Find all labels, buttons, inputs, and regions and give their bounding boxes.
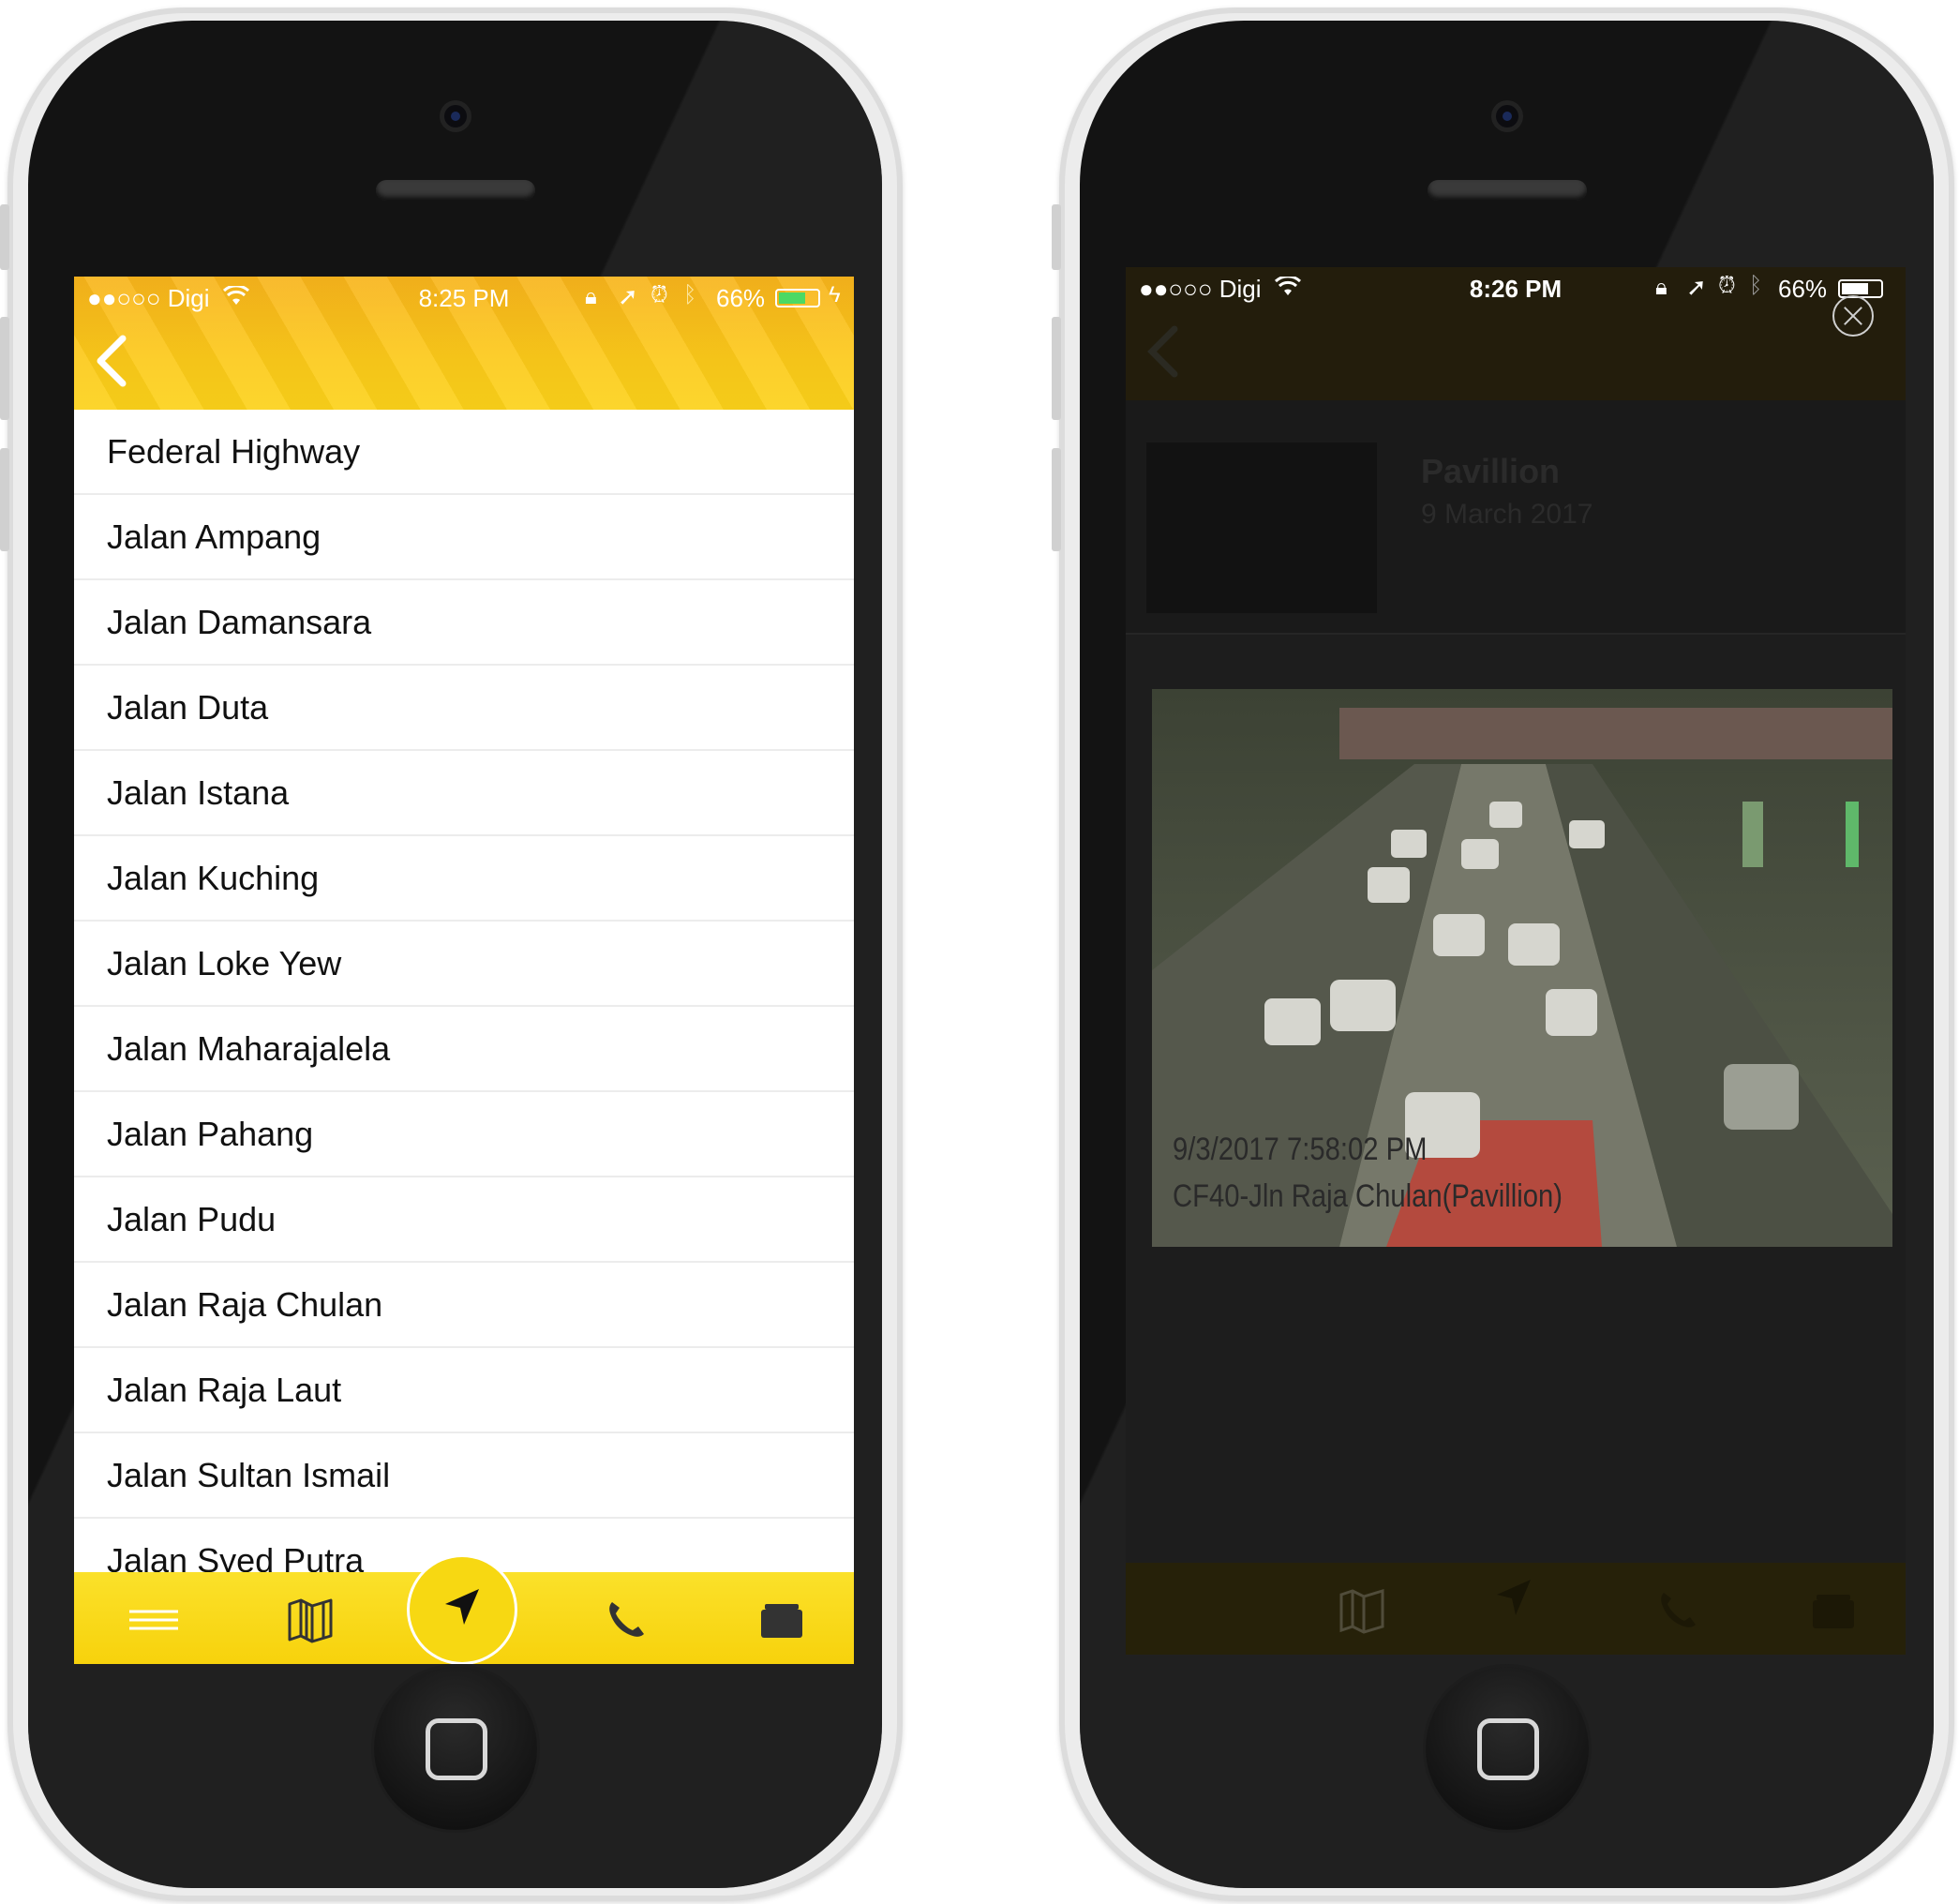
list-item[interactable]: Jalan Damansara xyxy=(74,580,854,666)
mute-switch xyxy=(1052,204,1061,270)
dimmed-tab-bar xyxy=(1126,1563,1906,1655)
navigate-button[interactable] xyxy=(410,1557,515,1662)
road-name: Jalan Raja Laut xyxy=(107,1370,342,1409)
menu-icon[interactable] xyxy=(126,1591,182,1647)
status-bar: ●●○○○ Digi 8:26 PM 🔒︎ ➚ ⏰︎ ᛒ 66% xyxy=(1126,267,1906,312)
road-name: Jalan Kuching xyxy=(107,858,320,897)
road-name: Jalan Pahang xyxy=(107,1114,314,1153)
bluetooth-icon: ᛒ xyxy=(683,282,697,307)
phone-icon[interactable] xyxy=(599,1591,655,1647)
navigate-arrow-icon xyxy=(1497,1580,1531,1615)
earpiece-speaker xyxy=(1427,180,1587,201)
map-icon xyxy=(1339,1588,1384,1634)
location-arrow-icon: ➚ xyxy=(1686,273,1707,301)
list-item[interactable]: Jalan Pudu xyxy=(74,1177,854,1263)
card-date: 9 March 2017 xyxy=(1421,499,1593,530)
bluetooth-icon: ᛒ xyxy=(1749,273,1763,298)
road-name: Jalan Pudu xyxy=(107,1199,277,1238)
volume-down-button xyxy=(1052,448,1061,551)
battery-icon xyxy=(775,289,820,307)
front-camera xyxy=(1495,105,1518,127)
list-item[interactable]: Jalan Sultan Ismail xyxy=(74,1433,854,1519)
road-name: Jalan Damansara xyxy=(107,602,372,641)
charging-bolt-icon: ϟ xyxy=(829,282,841,307)
list-item[interactable]: Jalan Loke Yew xyxy=(74,922,854,1007)
back-chevron-icon[interactable] xyxy=(93,333,130,389)
screen-left: ●●○○○ Digi 8:25 PM 🔒︎ ➚ ⏰︎ ᛒ 66% ϟ Feder… xyxy=(74,277,854,1664)
phone-icon xyxy=(1661,1593,1696,1627)
battery-icon xyxy=(1838,279,1883,298)
camera-timestamp: 9/3/2017 7:58:02 PM xyxy=(1173,1132,1428,1167)
phone-frame-right: ●●○○○ Digi 8:26 PM 🔒︎ ➚ ⏰︎ ᛒ 66% Pavilli… xyxy=(1052,7,1954,1901)
list-item[interactable]: Jalan Raja Chulan xyxy=(74,1263,854,1348)
list-item[interactable]: Jalan Raja Laut xyxy=(74,1348,854,1433)
list-item[interactable]: Jalan Duta xyxy=(74,666,854,751)
volume-up-button xyxy=(1052,317,1061,420)
traffic-camera-image: 9/3/2017 7:58:02 PM CF40-Jln Raja Chulan… xyxy=(1152,689,1892,1247)
road-name: Jalan Raja Chulan xyxy=(107,1284,383,1324)
list-item[interactable]: Jalan Maharajalela xyxy=(74,1007,854,1092)
road-name: Jalan Loke Yew xyxy=(107,943,342,982)
wallet-icon xyxy=(1813,1595,1854,1628)
volume-up-button xyxy=(0,317,9,420)
close-icon[interactable] xyxy=(1832,295,1874,337)
road-name: Jalan Syed Putra xyxy=(107,1540,365,1573)
location-arrow-icon: ➚ xyxy=(618,282,638,310)
list-item[interactable]: Federal Highway xyxy=(74,410,854,495)
camera-card[interactable]: Pavillion 9 March 2017 xyxy=(1126,400,1906,635)
phone-frame-left: ●●○○○ Digi 8:25 PM 🔒︎ ➚ ⏰︎ ᛒ 66% ϟ Feder… xyxy=(0,7,903,1901)
list-item[interactable]: Jalan Ampang xyxy=(74,495,854,580)
list-item[interactable]: Jalan Pahang xyxy=(74,1092,854,1177)
screen-right: ●●○○○ Digi 8:26 PM 🔒︎ ➚ ⏰︎ ᛒ 66% Pavilli… xyxy=(1126,267,1906,1655)
wallet-icon[interactable] xyxy=(754,1591,810,1647)
road-name: Federal Highway xyxy=(107,431,361,471)
front-camera xyxy=(443,105,467,127)
road-name: Jalan Duta xyxy=(107,687,269,727)
battery-percent: 66% xyxy=(716,284,766,312)
road-name: Jalan Istana xyxy=(107,772,290,812)
list-item[interactable]: Jalan Istana xyxy=(74,751,854,836)
status-bar: ●●○○○ Digi 8:25 PM 🔒︎ ➚ ⏰︎ ᛒ 66% ϟ xyxy=(74,277,854,322)
back-chevron-icon xyxy=(1147,325,1178,378)
navigate-arrow-icon xyxy=(445,1589,479,1625)
card-title: Pavillion xyxy=(1421,452,1561,490)
road-name: Jalan Sultan Ismail xyxy=(107,1455,391,1494)
orientation-lock-icon: 🔒︎ xyxy=(1655,275,1667,300)
road-name: Jalan Ampang xyxy=(107,517,322,556)
road-list: Federal Highway Jalan Ampang Jalan Daman… xyxy=(74,410,854,1572)
bottom-tab-bar xyxy=(74,1557,854,1664)
battery-percent: 66% xyxy=(1778,275,1828,303)
camera-thumbnail xyxy=(1146,442,1377,613)
earpiece-speaker xyxy=(375,180,535,201)
camera-location: CF40-Jln Raja Chulan(Pavillion) xyxy=(1173,1178,1563,1214)
mute-switch xyxy=(0,204,9,270)
home-button[interactable] xyxy=(1425,1667,1589,1830)
volume-down-button xyxy=(0,448,9,551)
alarm-icon: ⏰︎ xyxy=(1718,273,1736,298)
list-item[interactable]: Jalan Kuching xyxy=(74,836,854,922)
map-icon[interactable] xyxy=(282,1591,338,1647)
road-name: Jalan Maharajalela xyxy=(107,1028,391,1068)
alarm-icon: ⏰︎ xyxy=(651,282,668,307)
home-button[interactable] xyxy=(373,1667,537,1830)
orientation-lock-icon: 🔒︎ xyxy=(585,284,597,309)
